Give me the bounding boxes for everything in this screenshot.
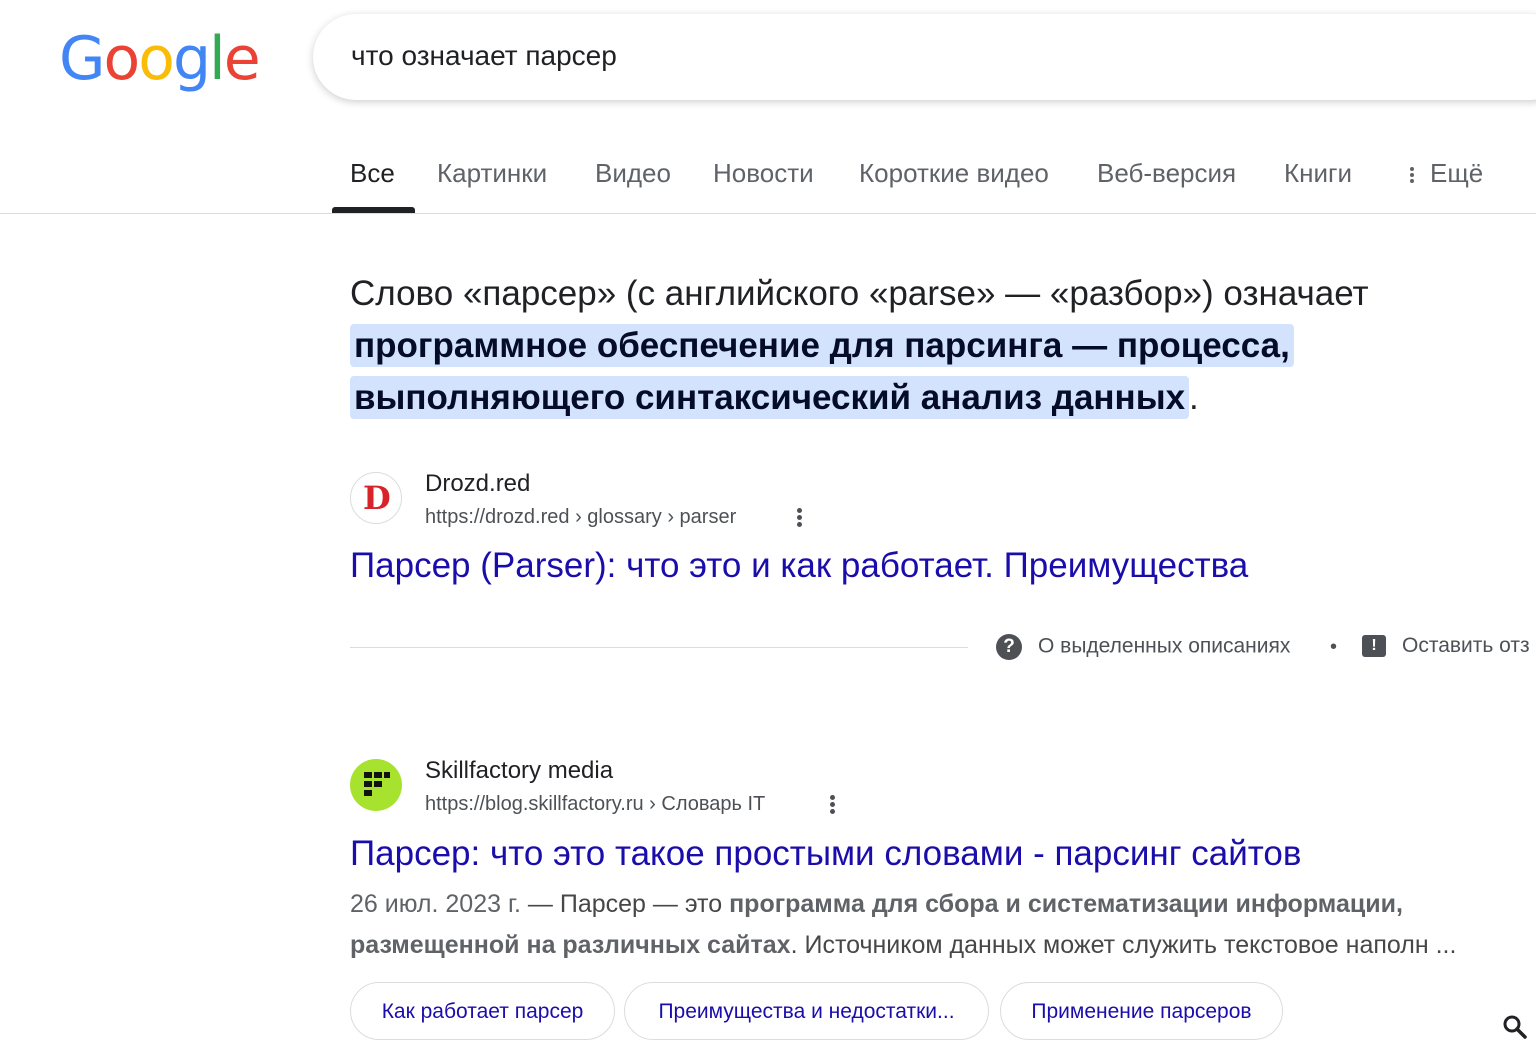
result-title-link[interactable]: Парсер: что это такое простыми словами -… [350,834,1301,874]
logo-letter: o [138,24,175,94]
divider [350,647,968,648]
tab-short-videos[interactable]: Короткие видео [859,158,1049,189]
logo-letter: g [172,24,211,94]
result-menu-icon[interactable] [830,793,836,816]
snippet-rest: . Источником данных может служить тексто… [790,931,1457,959]
tabs-divider [0,213,1536,214]
skillfactory-favicon-icon [350,759,402,811]
logo-letter: o [103,24,141,94]
tab-more-label: Ещё [1430,158,1484,188]
google-logo[interactable]: Google [59,24,261,94]
featured-snippet-answer: Слово «парсер» (с английского «parse» — … [350,268,1480,424]
about-featured-snippets[interactable]: ? О выделенных описаниях [996,634,1290,660]
feedback-button[interactable]: ! Оставить отз [1362,634,1530,658]
result-menu-icon[interactable] [797,506,803,529]
feedback-icon: ! [1362,635,1386,658]
site-url: https://drozd.red › glossary › parser [425,506,737,528]
about-label: О выделенных описаниях [1038,634,1291,658]
tab-web[interactable]: Веб-версия [1097,158,1236,189]
site-name: Drozd.red [425,470,531,497]
snippet-text: — Парсер — это [520,890,730,918]
logo-letter: e [223,24,261,94]
favicon-letter: D [363,479,391,517]
more-vert-icon [1410,165,1414,185]
chip[interactable]: Применение парсеров [1000,982,1283,1040]
result-snippet: 26 июл. 2023 г. — Парсер — это программа… [350,884,1520,966]
answer-highlight: программное обеспечение для парсинга — п… [350,324,1294,419]
search-input[interactable] [351,36,1451,76]
logo-letter: G [59,24,105,94]
search-icon[interactable] [1502,1014,1528,1040]
chip[interactable]: Как работает парсер [350,982,615,1040]
snippet-date: 26 июл. 2023 г. [350,890,521,918]
search-box[interactable] [313,14,1536,100]
tab-books[interactable]: Книги [1284,158,1352,189]
chip[interactable]: Преимущества и недостатки... [624,982,989,1040]
answer-end: . [1189,378,1199,417]
feedback-label: Оставить отз [1402,634,1530,657]
result-title-link[interactable]: Парсер (Parser): что это и как работает.… [350,546,1248,586]
logo-letter: l [209,24,226,94]
answer-text: Слово «парсер» (с английского «parse» — … [350,274,1369,313]
site-name: Skillfactory media [425,757,614,784]
separator-dot: • [1330,636,1338,658]
tab-videos[interactable]: Видео [595,158,671,189]
tab-all[interactable]: Все [350,158,395,189]
drozd-favicon-icon: D [350,472,402,524]
site-url: https://blog.skillfactory.ru › Словарь I… [425,793,766,815]
tab-news[interactable]: Новости [713,158,814,189]
tab-more[interactable]: Ещё [1410,158,1483,189]
tab-images[interactable]: Картинки [437,158,547,189]
help-icon: ? [996,634,1022,660]
